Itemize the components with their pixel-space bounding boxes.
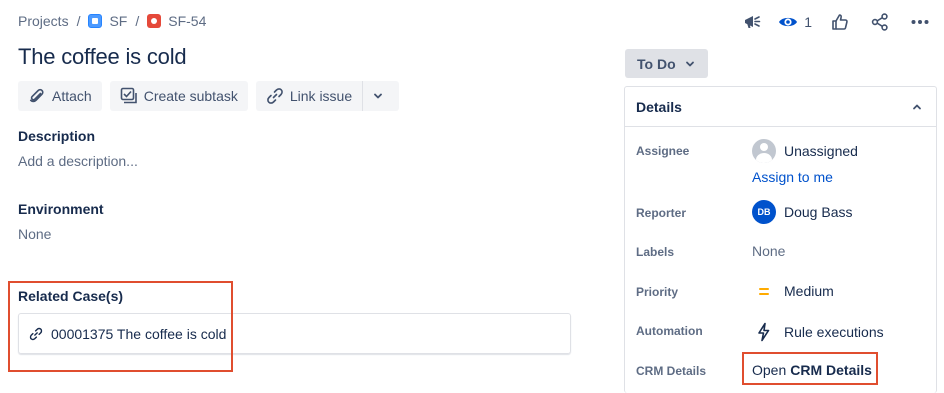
crm-link-prefix: Open [752,362,787,378]
breadcrumb-issue-key: SF-54 [168,13,207,29]
breadcrumb-issue[interactable]: SF-54 [147,13,206,29]
crm-details-label: CRM Details [636,364,707,378]
assignee-field[interactable]: Unassigned [752,139,858,163]
share-icon [871,13,888,31]
related-case-item[interactable]: 00001375 The coffee is cold [18,313,571,354]
breadcrumb-project-label: SF [109,13,128,29]
automation-value: Rule executions [784,324,884,340]
link-issue-dropdown-button[interactable] [362,81,400,111]
chevron-up-icon [913,104,921,109]
feedback-button[interactable] [742,8,762,36]
details-header[interactable]: Details [625,87,936,127]
avatar: DB [752,200,776,224]
automation-label: Automation [636,324,703,338]
chevron-down-icon [374,93,383,99]
environment-field[interactable]: None [18,226,51,242]
lightning-icon [758,322,770,342]
share-button[interactable] [870,8,890,36]
labels-label: Labels [636,245,675,259]
project-icon [88,14,103,28]
issue-toolbar: Attach Create subtask Link issue [18,81,400,111]
link-icon [267,88,283,104]
labels-field[interactable]: None [752,243,785,259]
related-case-text: 00001375 The coffee is cold [51,325,227,342]
breadcrumb-project[interactable]: SF [88,13,127,29]
vote-button[interactable] [830,8,850,36]
attach-label: Attach [52,88,92,104]
priority-field[interactable]: Medium [752,283,834,299]
status-label: To Do [637,55,676,72]
priority-value: Medium [784,283,834,299]
assignee-label: Assignee [636,144,690,158]
paperclip-icon [29,88,44,103]
more-icon [911,20,929,24]
link-issue-label: Link issue [289,88,353,104]
more-actions-button[interactable] [910,8,930,36]
attach-button[interactable]: Attach [18,81,102,111]
issue-actions: 1 [730,8,930,36]
link-icon [29,327,43,340]
open-crm-details-link[interactable]: Open CRM Details [752,362,872,378]
watch-count: 1 [804,14,812,30]
related-cases-heading: Related Case(s) [18,288,124,304]
reporter-field[interactable]: DB Doug Bass [752,200,852,224]
megaphone-icon [745,16,761,28]
automation-field[interactable]: Rule executions [752,322,884,342]
bug-icon [147,14,162,28]
breadcrumb-separator: / [76,13,81,29]
status-dropdown[interactable]: To Do [625,49,708,78]
breadcrumb-projects[interactable]: Projects [18,13,69,29]
eye-icon [779,17,798,27]
create-subtask-label: Create subtask [143,88,238,104]
details-title: Details [636,98,682,115]
link-issue-group: Link issue [255,81,400,111]
link-issue-button[interactable]: Link issue [255,81,363,111]
environment-heading: Environment [18,201,104,217]
assign-to-me-link[interactable]: Assign to me [752,169,833,185]
subtask-icon [120,87,137,104]
create-subtask-button[interactable]: Create subtask [109,81,248,111]
reporter-label: Reporter [636,206,687,220]
avatar [752,139,776,163]
description-field[interactable]: Add a description... [18,153,138,169]
chevron-down-icon [685,61,694,66]
breadcrumb-separator: / [135,13,140,29]
description-heading: Description [18,128,96,144]
priority-medium-icon [752,286,776,296]
assignee-value: Unassigned [784,143,858,159]
crm-link-bold: CRM Details [790,362,872,378]
details-panel: Details Assignee Unassigned Assign to me… [624,86,937,393]
watch-button[interactable]: 1 [778,8,812,36]
reporter-value: Doug Bass [784,204,853,220]
priority-label: Priority [636,285,679,299]
thumbs-up-icon [832,14,848,30]
breadcrumb: Projects / SF / SF-54 [18,13,206,29]
issue-title[interactable]: The coffee is cold [18,44,187,70]
